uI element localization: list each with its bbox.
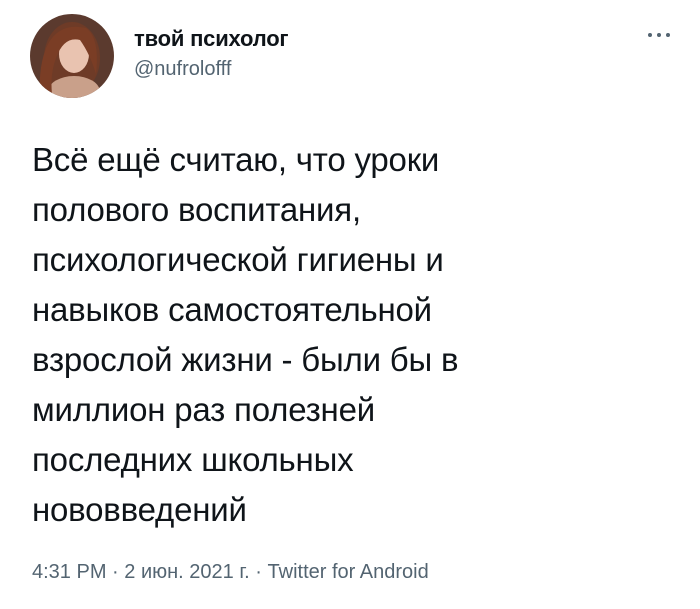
avatar[interactable] — [30, 14, 114, 98]
meta-separator: · — [106, 561, 125, 583]
more-dot — [666, 33, 670, 37]
tweet-time[interactable]: 4:31 PM — [32, 561, 106, 583]
more-dot — [657, 33, 661, 37]
tweet-source[interactable]: Twitter for Android — [268, 561, 429, 583]
avatar-image — [30, 14, 114, 98]
author-handle[interactable]: @nufrolofff — [134, 58, 231, 81]
tweet-date[interactable]: 2 июн. 2021 г. — [124, 561, 249, 583]
more-options-icon[interactable] — [644, 28, 674, 42]
author-display-name[interactable]: твой психолог — [134, 26, 289, 52]
tweet-meta: 4:31 PM · 2 июн. 2021 г. · Twitter for A… — [32, 561, 429, 584]
tweet-card: твой психолог @nufrolofff Всё ещё считаю… — [0, 0, 700, 609]
more-dot — [648, 33, 652, 37]
meta-separator: · — [249, 561, 268, 583]
tweet-text: Всё ещё считаю, что уроки полового воспи… — [32, 141, 459, 528]
